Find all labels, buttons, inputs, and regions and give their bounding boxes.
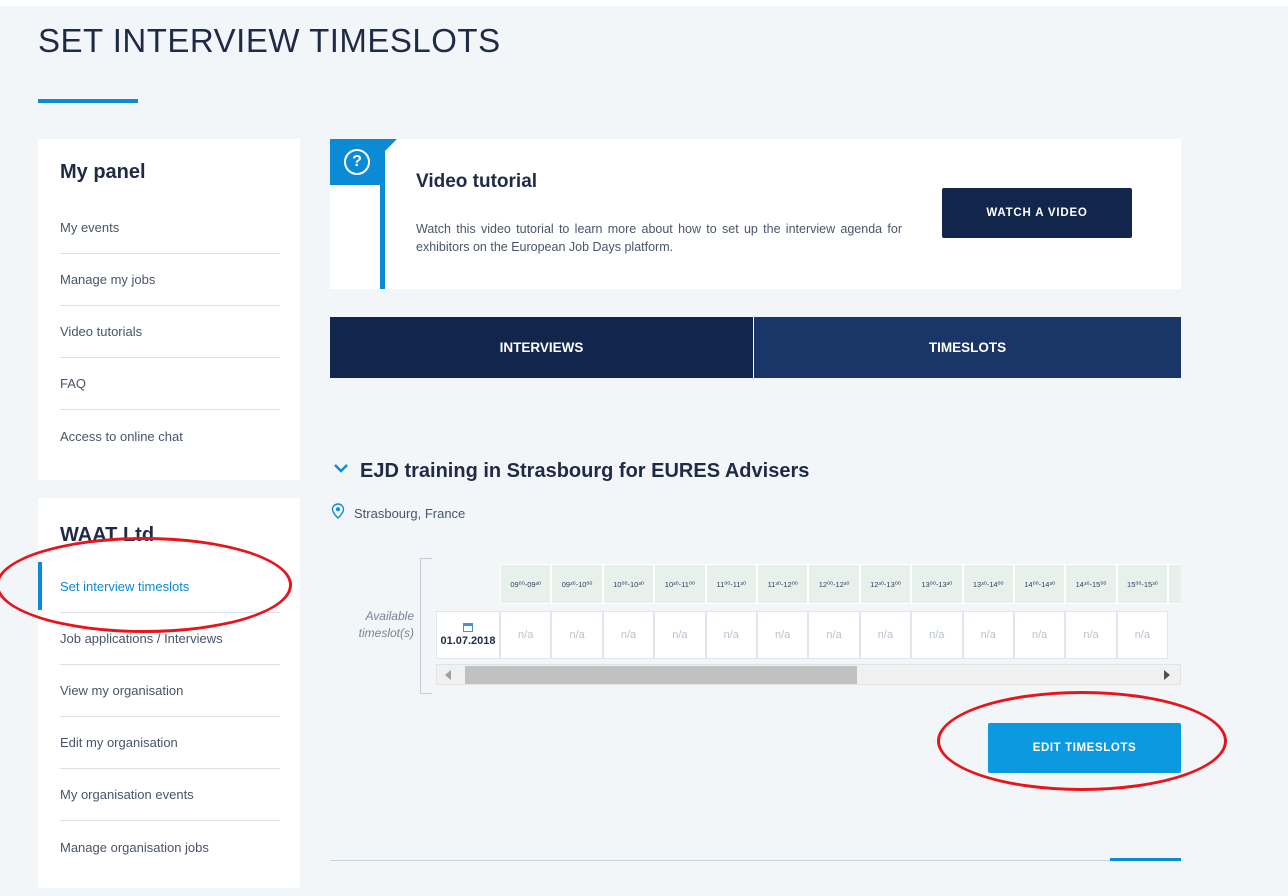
- timeslot-header-cell: 13⁰⁰-13³⁰: [911, 564, 963, 604]
- watch-video-button[interactable]: WATCH A VIDEO: [942, 188, 1132, 238]
- event-title[interactable]: EJD training in Strasbourg for EURES Adv…: [360, 460, 809, 483]
- top-strip: [0, 0, 1288, 6]
- title-underline: [38, 99, 138, 103]
- timeslot-header-cell: 09⁰⁰-09³⁰: [500, 564, 552, 604]
- timeslot-header-cell: 13³⁰-14⁰⁰: [962, 564, 1014, 604]
- sidebar-item-edit-my-organisation[interactable]: Edit my organisation: [60, 717, 280, 769]
- sidebar-item-my-events[interactable]: My events: [60, 202, 280, 254]
- timeslot-header-cell: 10⁰⁰-10³⁰: [602, 564, 655, 604]
- timeslot-header-cell: 15⁰⁰-15³⁰: [1116, 564, 1169, 604]
- scrollbar-thumb[interactable]: [465, 666, 857, 684]
- timeslot-header-row: 09⁰⁰-09³⁰ 09³⁰-10⁰⁰ 10⁰⁰-10³⁰ 10³⁰-11⁰⁰ 11⁰⁰…: [500, 564, 1181, 604]
- annotation-ellipse: [937, 691, 1227, 791]
- timeslot-table: 09⁰⁰-09³⁰ 09³⁰-10⁰⁰ 10⁰⁰-10³⁰ 10³⁰-11⁰⁰ 11⁰⁰…: [436, 564, 1181, 689]
- timeslot-header-cell: 14⁰⁰-14³⁰: [1013, 564, 1066, 604]
- timeslot-cell[interactable]: n/a: [808, 611, 860, 659]
- timeslot-header-cell: 11³⁰-12⁰⁰: [756, 564, 809, 604]
- timeslot-cell[interactable]: n/a: [1013, 611, 1066, 659]
- scroll-left-arrow-icon[interactable]: [445, 670, 451, 680]
- timeslot-cell[interactable]: n/a: [859, 611, 912, 659]
- help-badge-tip: [385, 139, 397, 151]
- question-circle-icon: ?: [344, 149, 370, 175]
- timeslot-header-cell: 14³⁰-15⁰⁰: [1065, 564, 1117, 604]
- event-location: Strasbourg, France: [354, 506, 466, 521]
- sidebar-item-manage-organisation-jobs[interactable]: Manage organisation jobs: [60, 821, 280, 873]
- annotation-ellipse: [0, 537, 292, 633]
- timeslot-header-cell: 12³⁰-13⁰⁰: [859, 564, 912, 604]
- timeslot-cell[interactable]: n/a: [602, 611, 655, 659]
- timeslot-header-cell: 10³⁰-11⁰⁰: [654, 564, 706, 604]
- chevron-down-icon[interactable]: [332, 459, 350, 477]
- my-panel-card: My panel My events Manage my jobs Video tu…: [38, 139, 300, 480]
- video-tutorial-description: Watch this video tutorial to learn more …: [416, 222, 902, 254]
- table-bracket: [420, 558, 432, 694]
- sidebar-item-view-my-organisation[interactable]: View my organisation: [60, 665, 280, 717]
- timeslot-cell[interactable]: n/a: [1065, 611, 1117, 659]
- timeslot-cell[interactable]: n/a: [551, 611, 603, 659]
- video-accent-bar: [380, 139, 385, 289]
- my-panel-heading: My panel: [60, 161, 146, 183]
- sidebar-item-access-to-online-chat[interactable]: Access to online chat: [60, 410, 280, 462]
- location-pin-icon: [331, 503, 345, 519]
- timeslot-cell[interactable]: n/a: [705, 611, 757, 659]
- available-timeslots-label: Available timeslot(s): [358, 609, 414, 640]
- page-title: SET INTERVIEW TIMESLOTS: [38, 22, 501, 59]
- timeslot-header-cell: 12⁰⁰-12³⁰: [808, 564, 860, 604]
- sidebar-item-video-tutorials[interactable]: Video tutorials: [60, 306, 280, 358]
- scroll-right-arrow-icon[interactable]: [1164, 670, 1170, 680]
- timeslot-cell[interactable]: n/a: [756, 611, 809, 659]
- sidebar-item-faq[interactable]: FAQ: [60, 358, 280, 410]
- my-panel-menu: My events Manage my jobs Video tutorials FA…: [60, 202, 280, 462]
- timeslot-cell[interactable]: n/a: [1116, 611, 1169, 659]
- bottom-divider: [330, 860, 1181, 861]
- bottom-divider-accent: [1110, 858, 1181, 861]
- date-cell: 01.07.2018: [436, 611, 500, 659]
- sidebar-item-my-organisation-events[interactable]: My organisation events: [60, 769, 280, 821]
- timeslot-header-cell: 11⁰⁰-11³⁰: [705, 564, 757, 604]
- video-tutorial-card: ? Video tutorial Watch this video tutori…: [330, 139, 1181, 289]
- help-badge: ?: [330, 139, 385, 185]
- sidebar-item-manage-my-jobs[interactable]: Manage my jobs: [60, 254, 280, 306]
- timeslot-cell[interactable]: n/a: [962, 611, 1014, 659]
- tab-interviews[interactable]: INTERVIEWS: [330, 317, 754, 378]
- date-label: 01.07.2018: [440, 635, 496, 647]
- timeslot-cell[interactable]: n/a: [911, 611, 963, 659]
- timeslot-data-row: 01.07.2018 n/a n/a n/a n/a n/a n/a n/a n/a n/a n/…: [436, 611, 1169, 659]
- horizontal-scrollbar[interactable]: [436, 664, 1181, 685]
- timeslot-cell[interactable]: n/a: [500, 611, 552, 659]
- timeslot-header-cell: 1: [1168, 564, 1181, 604]
- tab-timeslots[interactable]: TIMESLOTS: [754, 317, 1181, 378]
- calendar-icon: [463, 623, 473, 632]
- timeslot-header-cell: 09³⁰-10⁰⁰: [551, 564, 603, 604]
- tab-bar: INTERVIEWS TIMESLOTS: [330, 317, 1181, 378]
- video-tutorial-title: Video tutorial: [416, 171, 538, 192]
- timeslot-cell[interactable]: n/a: [654, 611, 706, 659]
